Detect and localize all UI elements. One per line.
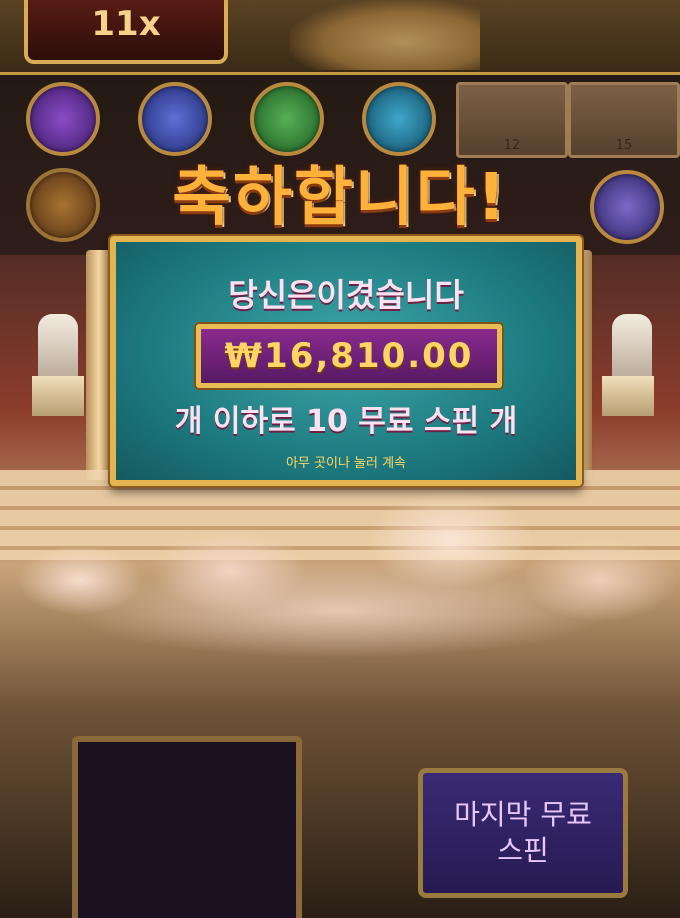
last-free-spin-label: 마지막 무료 스핀 — [454, 798, 592, 867]
purple-symbol-icon — [26, 82, 100, 156]
tap-to-continue-hint: 아무 곳이나 눌러 계속 — [285, 456, 407, 471]
blue-symbol-icon — [138, 82, 212, 156]
left-column — [86, 250, 112, 480]
empty-slot-frame — [72, 736, 302, 918]
win-amount-box: ₩16,810.00 — [196, 324, 502, 388]
multiplier-display: 11x — [24, 0, 228, 64]
win-heading: 당신은이겼습니다 — [228, 276, 464, 314]
left-pedestal — [32, 376, 84, 416]
right-pedestal — [602, 376, 654, 416]
clouds — [0, 490, 680, 660]
left-warrior-statue-icon — [38, 314, 78, 380]
win-panel[interactable]: 당신은이겼습니다 ₩16,810.00 개 이하로 10 무료 스핀 개 아무 … — [110, 236, 582, 486]
teal-symbol-icon — [362, 82, 436, 156]
statue-decoration — [290, 0, 480, 70]
win-amount: ₩16,810.00 — [224, 336, 474, 376]
top-bar: 11x — [0, 0, 680, 75]
congratulations-title: 축하합니다! — [172, 161, 508, 235]
last-free-spin-button[interactable]: 마지막 무료 스핀 — [418, 768, 628, 898]
free-spins-text: 개 이하로 10 무료 스핀 개 — [174, 404, 518, 439]
green-symbol-icon — [250, 82, 324, 156]
right-warrior-statue-icon — [612, 314, 652, 380]
